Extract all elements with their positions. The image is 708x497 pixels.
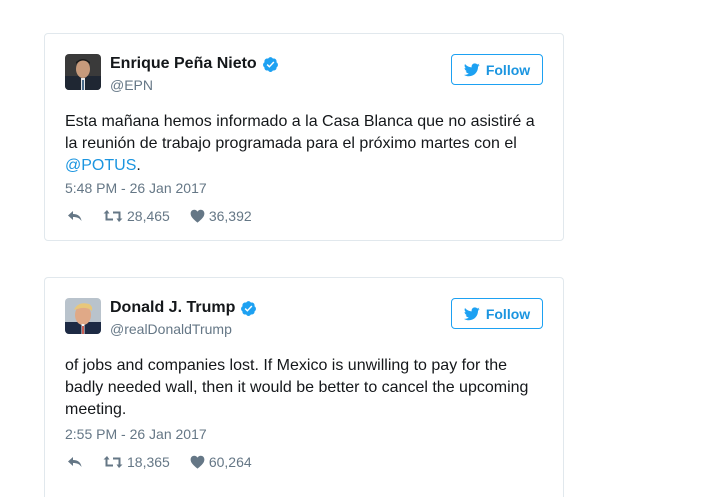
follow-button-label: Follow (485, 305, 531, 322)
tweet-text: of jobs and companies lost. If Mexico is… (65, 357, 529, 418)
retweet-button[interactable]: 28,465 (103, 208, 170, 224)
follow-button[interactable]: Follow (451, 54, 543, 85)
reply-button[interactable] (67, 209, 83, 223)
mention-link[interactable]: @POTUS (65, 157, 136, 174)
reply-button[interactable] (67, 455, 83, 469)
author-name[interactable]: Donald J. Trump (110, 299, 235, 317)
retweet-icon (103, 456, 123, 468)
avatar[interactable] (65, 54, 101, 90)
tweet-text-body: Esta mañana hemos informado a la Casa Bl… (65, 113, 535, 152)
like-count: 36,392 (208, 208, 252, 224)
avatar[interactable] (65, 298, 101, 334)
tweet-card: Donald J. Trump @realDonaldTrump Follow … (44, 277, 564, 497)
verified-badge-icon (240, 300, 257, 317)
reply-icon (68, 211, 82, 221)
like-button[interactable]: 36,392 (190, 208, 252, 224)
retweet-icon (103, 210, 123, 222)
retweet-button[interactable]: 18,365 (103, 454, 170, 470)
like-count: 60,264 (208, 454, 252, 470)
author-handle[interactable]: @EPN (110, 77, 153, 93)
follow-button-label: Follow (485, 61, 531, 78)
author-name-row[interactable]: Donald J. Trump (110, 299, 257, 317)
heart-icon (190, 455, 205, 469)
tweet-timestamp[interactable]: 5:48 PM - 26 Jan 2017 (65, 180, 207, 196)
avatar-image (65, 298, 101, 334)
tweet-card: Enrique Peña Nieto @EPN Follow Esta maña… (44, 33, 564, 241)
retweet-count: 18,365 (127, 454, 170, 470)
like-button[interactable]: 60,264 (190, 454, 252, 470)
twitter-bird-icon (463, 62, 480, 76)
heart-icon (190, 209, 205, 223)
author-name-row[interactable]: Enrique Peña Nieto (110, 55, 279, 73)
reply-icon (68, 457, 82, 467)
tweet-actions: 28,465 36,392 (67, 208, 252, 224)
verified-badge-icon (262, 56, 279, 73)
tweet-text: Esta mañana hemos informado a la Casa Bl… (65, 111, 545, 177)
tweet-actions: 18,365 60,264 (67, 454, 252, 470)
tweet-text-end: . (136, 157, 141, 174)
twitter-bird-icon (463, 306, 480, 320)
author-name[interactable]: Enrique Peña Nieto (110, 55, 257, 73)
follow-button[interactable]: Follow (451, 298, 543, 329)
avatar-image (65, 54, 101, 90)
retweet-count: 28,465 (127, 208, 170, 224)
author-handle[interactable]: @realDonaldTrump (110, 321, 232, 337)
tweet-timestamp[interactable]: 2:55 PM - 26 Jan 2017 (65, 426, 207, 442)
